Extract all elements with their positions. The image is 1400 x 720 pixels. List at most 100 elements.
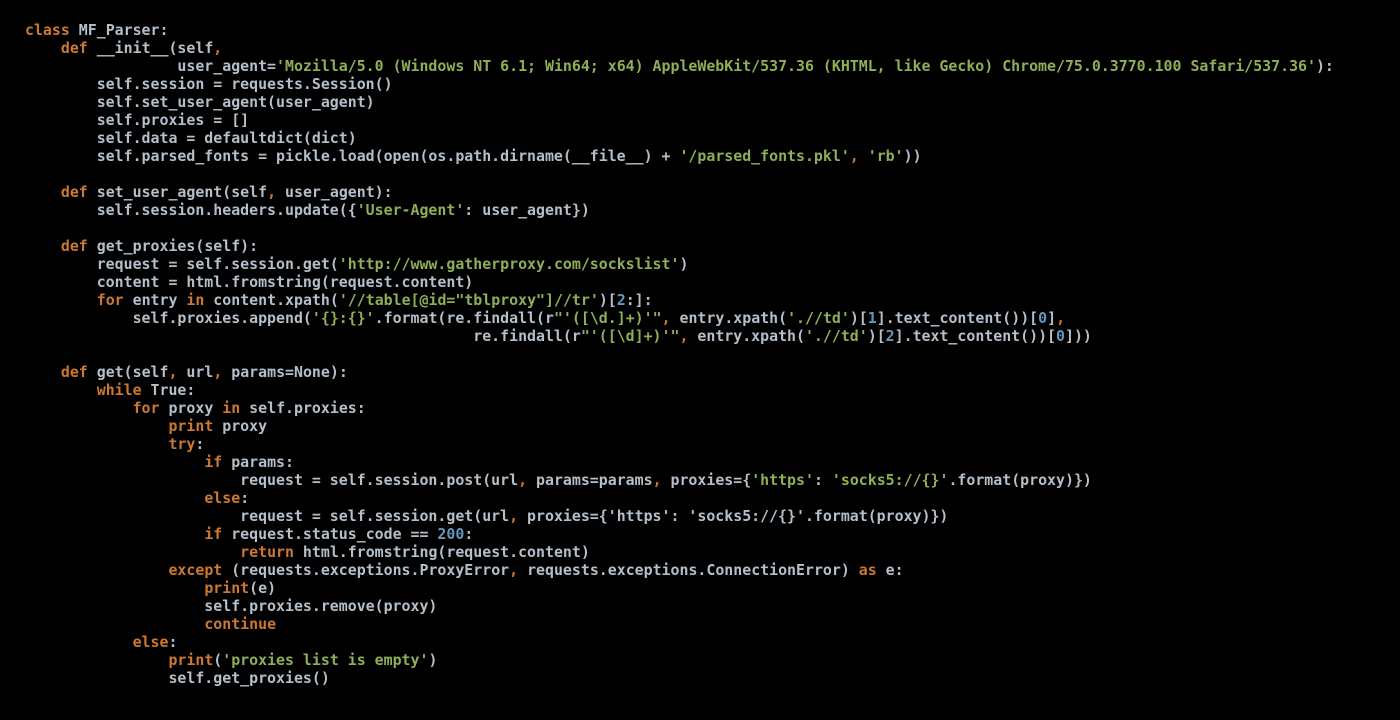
string-token: "'([\d]+)'": [580, 327, 680, 345]
code-line: for entry in content.xpath('//table[@id=…: [25, 291, 1334, 309]
code-line: self.set_user_agent(user_agent): [25, 93, 1334, 111]
code-line: self.proxies.remove(proxy): [25, 597, 1334, 615]
code-line: while True:: [25, 381, 1334, 399]
code-token: self.parsed_fonts = pickle.load(open(os.…: [25, 147, 680, 165]
code-token: MF_Parser:: [69, 21, 169, 39]
code-line: return html.fromstring(request.content): [25, 543, 1334, 561]
code-line: else:: [25, 489, 1334, 507]
code-token: proxies={: [661, 471, 752, 489]
code-token: self.proxies.append(: [25, 309, 312, 327]
code-token: get_proxies(self):: [87, 237, 259, 255]
code-token: request = self.session.get(url: [25, 507, 510, 525]
code-token: request = self.session.post(url: [25, 471, 519, 489]
string-token: 'socks5://{}': [831, 471, 949, 489]
code-token: (: [213, 651, 223, 669]
code-token: self.session = requests.Session(): [25, 75, 393, 93]
keyword-token: for: [132, 399, 160, 417]
code-line: def get_proxies(self):: [25, 237, 1334, 255]
code-token: params=params: [527, 471, 653, 489]
code-token: ,: [661, 309, 671, 327]
code-token: entry: [123, 291, 187, 309]
code-token: content.xpath(: [204, 291, 339, 309]
code-token: __init__(self: [87, 39, 214, 57]
code-line: def set_user_agent(self, user_agent):: [25, 183, 1334, 201]
code-token: :: [464, 525, 474, 543]
code-token: ].text_content())[: [894, 327, 1057, 345]
code-token: ,: [509, 507, 519, 525]
string-token: 'proxies list is empty': [222, 651, 429, 669]
code-token: request.status_code ==: [222, 525, 438, 543]
code-line: content = html.fromstring(request.conten…: [25, 273, 1334, 291]
string-token: '/parsed_fonts.pkl': [679, 147, 850, 165]
code-line: self.data = defaultdict(dict): [25, 129, 1334, 147]
code-token: user_agent=: [25, 57, 277, 75]
keyword-token: if: [204, 453, 223, 471]
keyword-token: for: [96, 291, 124, 309]
code-token: )[: [867, 327, 886, 345]
code-token: proxy: [213, 417, 268, 435]
code-line: self.get_proxies(): [25, 669, 1334, 687]
code-token: request = self.session.get(: [25, 255, 339, 273]
code-editor[interactable]: class MF_Parser: def __init__(self, user…: [25, 21, 1334, 687]
code-line: request = self.session.post(url, params=…: [25, 471, 1334, 489]
code-token: : user_agent}): [464, 201, 590, 219]
string-token: 'User-Agent': [356, 201, 465, 219]
code-line: for proxy in self.proxies:: [25, 399, 1334, 417]
code-line: print('proxies list is empty'): [25, 651, 1334, 669]
code-token: .format(proxy)}): [948, 471, 1092, 489]
code-token: ,: [1056, 309, 1066, 327]
number-token: 2: [885, 327, 895, 345]
keyword-token: if: [204, 525, 223, 543]
code-token: :: [168, 633, 178, 651]
code-line: if params:: [25, 453, 1334, 471]
code-line: class MF_Parser:: [25, 21, 1334, 39]
code-token: True:: [141, 381, 196, 399]
code-token: self.session.headers.update({: [25, 201, 357, 219]
number-token: 1: [867, 309, 877, 327]
code-token: get(self: [87, 363, 169, 381]
code-token: ): [428, 651, 438, 669]
code-token: re.findall(r: [25, 327, 581, 345]
string-token: '//table[@id="tblproxy"]//tr': [338, 291, 599, 309]
code-line: def get(self, url, params=None):: [25, 363, 1334, 381]
string-token: 'https': [751, 471, 814, 489]
code-token: ,: [518, 471, 528, 489]
keyword-token: def: [60, 363, 88, 381]
code-line: try:: [25, 435, 1334, 453]
string-token: 'rb': [867, 147, 904, 165]
keyword-token: continue: [204, 615, 277, 633]
keyword-token: return: [240, 543, 294, 561]
code-token: :]:: [625, 291, 653, 309]
code-token: e:: [876, 561, 904, 579]
code-token: self.data = defaultdict(dict): [25, 129, 357, 147]
code-token: (e): [249, 579, 277, 597]
code-line: print proxy: [25, 417, 1334, 435]
code-line: user_agent='Mozilla/5.0 (Windows NT 6.1;…: [25, 57, 1334, 75]
code-token: entry.xpath(: [688, 327, 805, 345]
code-token: content = html.fromstring(request.conten…: [25, 273, 474, 291]
code-token: user_agent):: [276, 183, 393, 201]
code-token: requests.exceptions.ConnectionError): [518, 561, 859, 579]
number-token: 200: [437, 525, 465, 543]
keyword-token: else: [204, 489, 241, 507]
code-token: .format(re.findall(r: [374, 309, 554, 327]
string-token: 'Mozilla/5.0 (Windows NT 6.1; Win64; x64…: [276, 57, 1316, 75]
code-token: ].text_content())[: [876, 309, 1039, 327]
code-token: self.proxies:: [240, 399, 366, 417]
keyword-token: try: [168, 435, 196, 453]
keyword-token: print: [168, 651, 214, 669]
code-token: self.proxies = []: [25, 111, 250, 129]
code-token: ]: [1047, 309, 1057, 327]
string-token: './/td': [804, 327, 868, 345]
